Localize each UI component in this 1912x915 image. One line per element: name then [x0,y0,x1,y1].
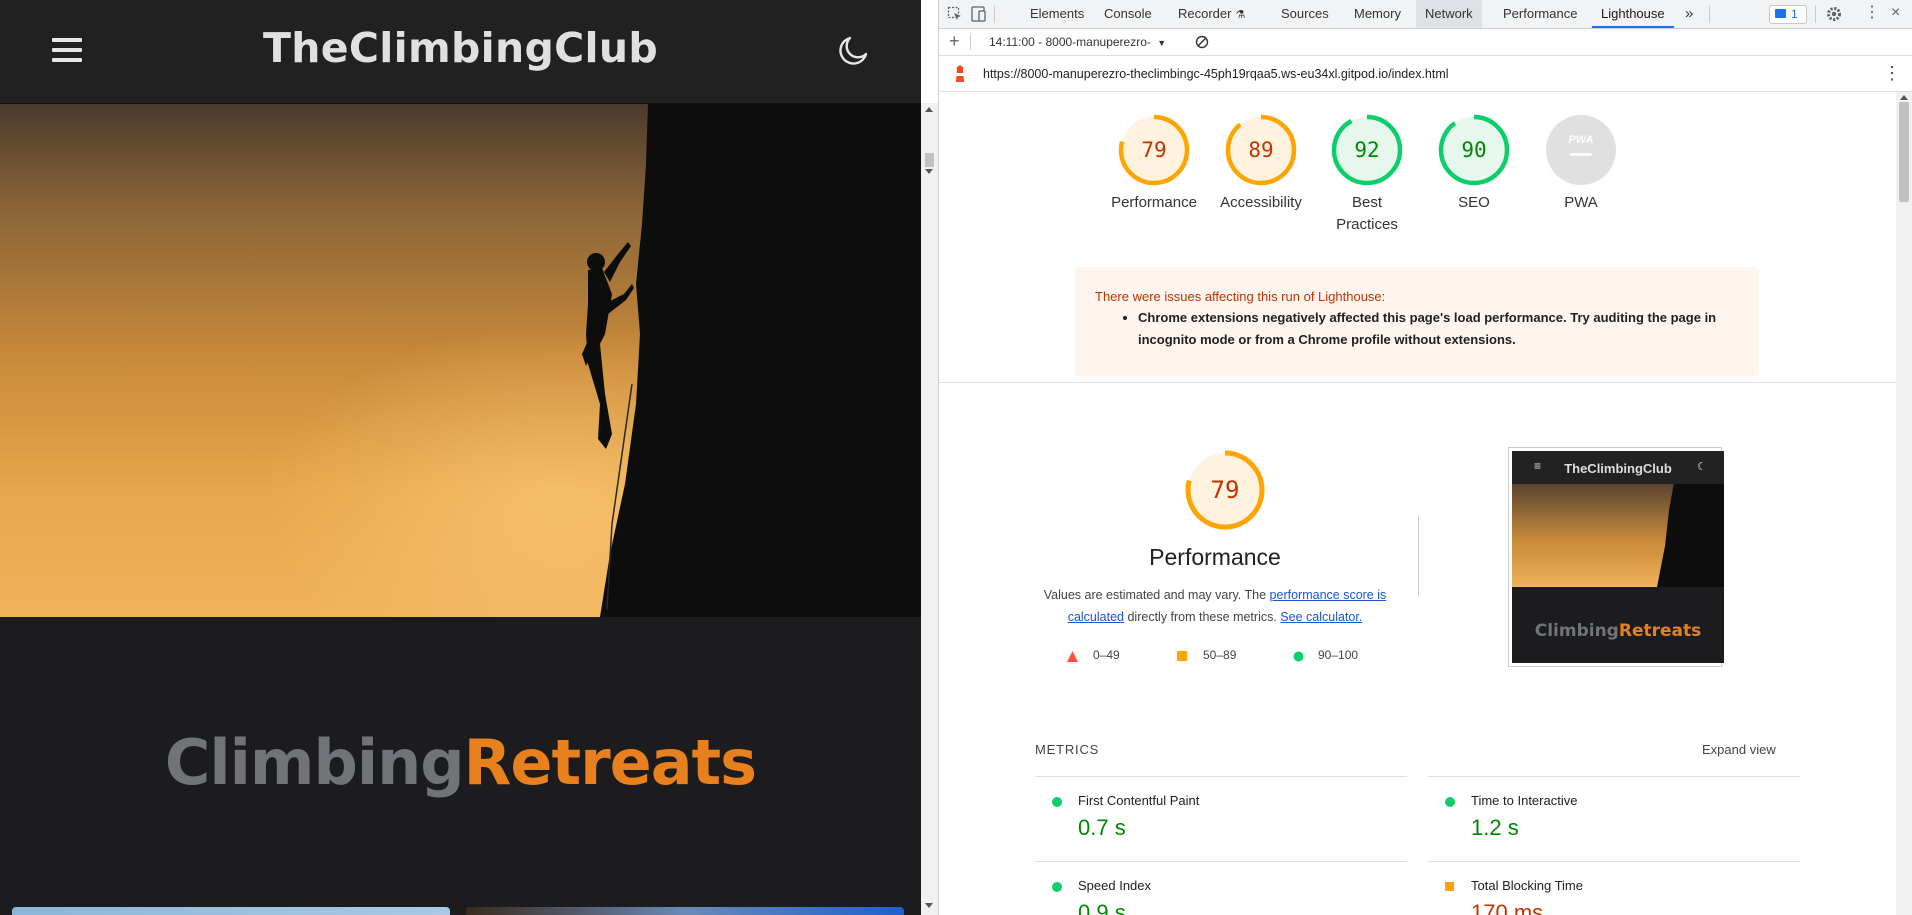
perf-title: Performance [1149,544,1281,570]
retreat-card[interactable] [466,907,904,915]
website-viewport: TheClimbingClub ClimbingRetreats [0,0,921,915]
gauge-best-practices[interactable]: 92 Best Practices [1317,114,1417,236]
tab-performance[interactable]: Performance [1494,0,1586,28]
site-title[interactable]: TheClimbingClub [0,24,921,72]
issues-button[interactable]: 1 [1769,5,1807,24]
gauge-label: Accessibility [1220,194,1302,211]
kebab-menu-icon[interactable]: ⋮ [1864,5,1880,21]
average-square-icon [1177,651,1187,661]
see-calculator-link[interactable]: See calculator. [1280,610,1362,624]
gauge-value: 79 [1141,138,1166,162]
settings-gear-icon[interactable] [1825,5,1843,23]
gauge-label: Best Practices [1336,194,1398,233]
tab-recorder[interactable]: Recorder ⚗ [1169,0,1254,28]
site-scrollbar[interactable] [921,103,938,915]
score-legend: 0–49 50–89 90–100 [1067,648,1367,668]
gauge-pwa[interactable]: PWA PWA [1531,114,1631,214]
fail-triangle-icon [1067,651,1078,662]
device-toolbar-icon[interactable] [970,5,988,23]
gauge-value: 89 [1248,138,1273,162]
metrics-heading: METRICS [1035,742,1100,757]
report-menu-icon[interactable]: ⋮ [1883,63,1901,84]
metric-time-to-interactive[interactable]: Time to Interactive 1.2 s [1445,793,1785,843]
clear-reports-icon[interactable] [1195,35,1209,49]
tab-memory[interactable]: Memory [1345,0,1410,28]
pass-circle-icon [1445,797,1455,807]
gauge-performance[interactable]: 79 Performance [1104,114,1204,214]
perf-description: Values are estimated and may vary. The p… [1043,588,1387,624]
lighthouse-logo-icon [956,65,964,82]
lighthouse-report: 79 Performance 89 Accessibility 92 Best … [939,92,1896,915]
gauge-label: Performance [1111,194,1197,211]
expand-view-button[interactable]: Expand view [1702,742,1776,757]
devtools-tabbar: Elements Console Recorder ⚗ Sources Memor… [939,0,1912,29]
section-title: ClimbingRetreats [164,726,757,799]
gauge-label: SEO [1458,194,1490,211]
gauge-label: PWA [1564,194,1598,211]
runtime-warning-box: There were issues affecting this run of … [1075,267,1759,377]
metric-speed-index[interactable]: Speed Index 0.9 s [1052,878,1392,915]
dropdown-triangle-icon: ▼ [1157,38,1167,48]
final-screenshot-thumbnail[interactable]: ≡ TheClimbingClub ☾ ClimbingRetreats [1508,447,1724,667]
metric-first-contentful-paint[interactable]: First Contentful Paint 0.7 s [1052,793,1392,843]
metric-total-blocking-time[interactable]: Total Blocking Time 170 ms [1445,878,1785,915]
tab-elements[interactable]: Elements [1021,0,1093,28]
report-select[interactable]: 14:11:00 - 8000-manuperezro- ▼ [989,35,1166,49]
pass-circle-icon [1052,797,1062,807]
lighthouse-toolbar: + 14:11:00 - 8000-manuperezro- ▼ [939,29,1912,56]
warning-item: Chrome extensions negatively affected th… [1138,307,1738,351]
gauge-value: 79 [1211,476,1240,504]
tab-console[interactable]: Console [1095,0,1161,28]
more-tabs-button[interactable]: » [1676,0,1702,28]
inspect-element-icon[interactable] [947,6,963,22]
perf-gauge[interactable]: 79 [1175,450,1275,530]
gauge-value: 92 [1354,138,1379,162]
report-url-bar: https://8000-manuperezro-theclimbingc-45… [939,56,1912,92]
pwa-badge-icon: PWA [1546,115,1616,185]
report-scrollbar[interactable] [1896,92,1912,915]
flask-icon: ⚗ [1235,9,1246,21]
tab-lighthouse[interactable]: Lighthouse [1592,0,1674,28]
pass-circle-icon [1052,882,1062,892]
gauge-seo[interactable]: 90 SEO [1424,114,1524,214]
svg-text:PWA: PWA [1568,134,1593,146]
close-devtools-icon[interactable]: × [1891,4,1900,22]
hero-image [0,104,921,617]
average-square-icon [1445,882,1454,891]
site-header: TheClimbingClub [0,0,921,104]
tab-network[interactable]: Network [1416,0,1482,28]
tab-sources[interactable]: Sources [1272,0,1338,28]
warning-title: There were issues affecting this run of … [1095,289,1386,304]
cliff-silhouette [582,104,921,617]
thumb-moon-icon: ☾ [1697,461,1707,473]
retreat-card[interactable] [12,907,450,915]
gauge-value: 90 [1461,138,1486,162]
devtools-panel: Elements Console Recorder ⚗ Sources Memor… [939,0,1912,915]
climber-silhouette [582,242,634,449]
pass-circle-icon [1293,651,1304,662]
dark-mode-moon-icon[interactable] [836,34,870,68]
gauge-accessibility[interactable]: 89 Accessibility [1211,114,1311,214]
report-url[interactable]: https://8000-manuperezro-theclimbingc-45… [983,67,1449,81]
message-icon [1775,9,1786,18]
new-report-button[interactable]: + [949,31,960,51]
